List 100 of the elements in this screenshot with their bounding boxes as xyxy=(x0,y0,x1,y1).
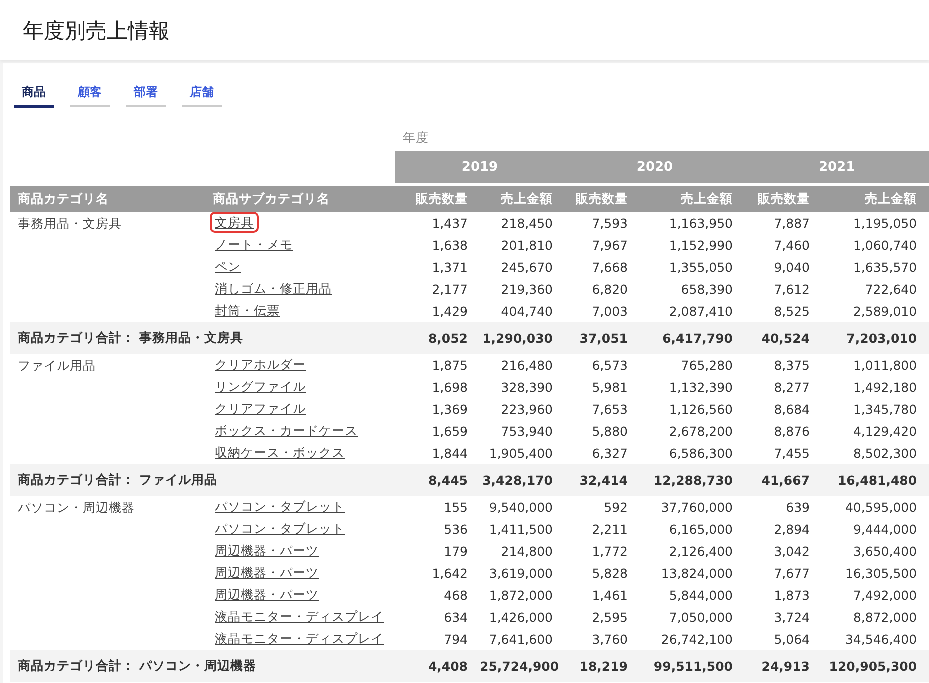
column-header: 売上金額 xyxy=(640,184,745,212)
table-cell: 1,437 xyxy=(395,212,480,234)
table-cell-text: 2,595 xyxy=(591,608,629,626)
category-cell: ファイル用品 xyxy=(10,354,205,464)
table-cell: 8,525 xyxy=(745,300,822,322)
total-cell: 7,203,010 xyxy=(822,322,929,354)
table-cell: 6,327 xyxy=(565,442,640,464)
subcategory-link[interactable]: 封筒・伝票 xyxy=(210,300,285,320)
table-cell: 404,740 xyxy=(480,300,565,322)
total-label: 商品カテゴリ合計： 事務用品・文房具 xyxy=(10,322,395,354)
total-cell: 3,428,170 xyxy=(480,464,565,496)
table-cell-text: 1,060,740 xyxy=(852,236,918,254)
table-cell: 5,064 xyxy=(745,628,822,650)
table-cell-text: 7,677 xyxy=(773,564,811,582)
table-cell-text: 5,844,000 xyxy=(668,586,734,604)
table-cell-text: 4,129,420 xyxy=(852,422,918,440)
table-cell-text: 328,390 xyxy=(500,378,554,396)
category-cell: 事務用品・文房具 xyxy=(10,212,205,322)
page-title: 年度別売上情報 xyxy=(23,18,171,45)
table-cell-text: 3,042 xyxy=(773,542,811,560)
subcategory-link[interactable]: パソコン・タブレット xyxy=(210,496,350,516)
total-cell: 18,219 xyxy=(565,650,640,682)
total-cell: 40,524 xyxy=(745,322,822,354)
table-cell-text: 16,305,500 xyxy=(844,564,918,582)
table-cell-text: 3,650,400 xyxy=(852,542,918,560)
table-cell-text: 1,638 xyxy=(431,236,469,254)
subcategory-link[interactable]: 文房具 xyxy=(210,212,259,232)
table-cell-text: 5,981 xyxy=(591,378,629,396)
table-cell: 1,844 xyxy=(395,442,480,464)
table-cell: 34,546,400 xyxy=(822,628,929,650)
table-cell: 40,595,000 xyxy=(822,496,929,518)
table-cell-text: 1,345,780 xyxy=(852,400,918,418)
subcategory-link[interactable]: ペン xyxy=(210,256,246,276)
table-cell-text: 219,360 xyxy=(500,280,554,298)
subcategory-link[interactable]: クリアホルダー xyxy=(210,354,311,374)
total-cell: 32,414 xyxy=(565,464,640,496)
axis-label: 年度 xyxy=(402,130,429,145)
subcategory-link[interactable]: 周辺機器・パーツ xyxy=(210,584,324,604)
year-header: 2019 xyxy=(395,151,565,184)
tab[interactable]: 顧客 xyxy=(70,75,110,107)
table-cell-text: 3,724 xyxy=(773,608,811,626)
subcategory-link[interactable]: 液晶モニター・ディスプレイ xyxy=(210,606,389,626)
subcategory-link[interactable]: 周辺機器・パーツ xyxy=(210,540,324,560)
table-cell: 8,375 xyxy=(745,354,822,376)
table-cell-text: 223,960 xyxy=(500,400,554,418)
table-cell: 7,641,600 xyxy=(480,628,565,650)
table-cell: 639 xyxy=(745,496,822,518)
table-cell-text: 1,492,180 xyxy=(852,378,918,396)
table-cell-text: 6,820 xyxy=(591,280,629,298)
table-cell: 2,589,010 xyxy=(822,300,929,322)
table-cell: 7,593 xyxy=(565,212,640,234)
table-cell: 26,742,100 xyxy=(640,628,745,650)
table-cell: 1,875 xyxy=(395,354,480,376)
table-cell: 155 xyxy=(395,496,480,518)
subcategory-link[interactable]: 消しゴム・修正用品 xyxy=(210,278,337,298)
table-cell: 7,003 xyxy=(565,300,640,322)
subcategory-link[interactable]: クリアファイル xyxy=(210,398,311,418)
subcategory-link[interactable]: ノート・メモ xyxy=(210,234,298,254)
tab[interactable]: 店舗 xyxy=(182,75,222,107)
subcategory-link[interactable]: リングファイル xyxy=(210,376,311,396)
table-cell-text: 1,411,500 xyxy=(488,520,554,538)
table-cell-text: 7,050,000 xyxy=(668,608,734,626)
table-cell: 218,450 xyxy=(480,212,565,234)
table-cell-text: 245,670 xyxy=(500,258,554,276)
tab[interactable]: 商品 xyxy=(14,75,54,108)
table-cell-text: 1,355,050 xyxy=(668,258,734,276)
table-cell-text: 1,132,390 xyxy=(668,378,734,396)
table-cell: 9,540,000 xyxy=(480,496,565,518)
table-cell-text: 7,460 xyxy=(773,236,811,254)
subcategory-link[interactable]: 液晶モニター・ディスプレイ xyxy=(210,628,389,648)
subcategory-link[interactable]: 収納ケース・ボックス xyxy=(210,442,350,462)
table-cell-text: 7,612 xyxy=(773,280,811,298)
total-cell: 16,481,480 xyxy=(822,464,929,496)
table-cell-text: 1,426,000 xyxy=(488,608,554,626)
table-cell-text: 201,810 xyxy=(500,236,554,254)
table-cell-text: 179 xyxy=(443,542,469,560)
subcategory-link[interactable]: パソコン・タブレット xyxy=(210,518,350,538)
total-cell: 8,052 xyxy=(395,322,480,354)
table-cell-text: 7,967 xyxy=(591,236,629,254)
table-cell-text: 5,880 xyxy=(591,422,629,440)
subcategory-link[interactable]: ボックス・カードケース xyxy=(210,420,363,440)
table-cell-text: 2,894 xyxy=(773,520,811,538)
table-cell: 7,455 xyxy=(745,442,822,464)
total-label: 商品カテゴリ合計： パソコン・周辺機器 xyxy=(10,650,395,682)
total-cell: 99,511,500 xyxy=(640,650,745,682)
table-cell: 1,429 xyxy=(395,300,480,322)
table-cell: 1,163,950 xyxy=(640,212,745,234)
table-cell-text: 7,668 xyxy=(591,258,629,276)
table-cell-text: 722,640 xyxy=(864,280,918,298)
table-cell: 794 xyxy=(395,628,480,650)
total-cell: 37,051 xyxy=(565,322,640,354)
table-cell-text: 2,678,200 xyxy=(668,422,734,440)
table-cell: 6,573 xyxy=(565,354,640,376)
tab[interactable]: 部署 xyxy=(126,75,166,107)
table-cell: 8,502,300 xyxy=(822,442,929,464)
year-header: 2020 xyxy=(565,151,745,184)
subcategory-link[interactable]: 周辺機器・パーツ xyxy=(210,562,324,582)
table-cell-text: 7,653 xyxy=(591,400,629,418)
table-cell: 765,280 xyxy=(640,354,745,376)
total-cell: 120,905,300 xyxy=(822,650,929,682)
